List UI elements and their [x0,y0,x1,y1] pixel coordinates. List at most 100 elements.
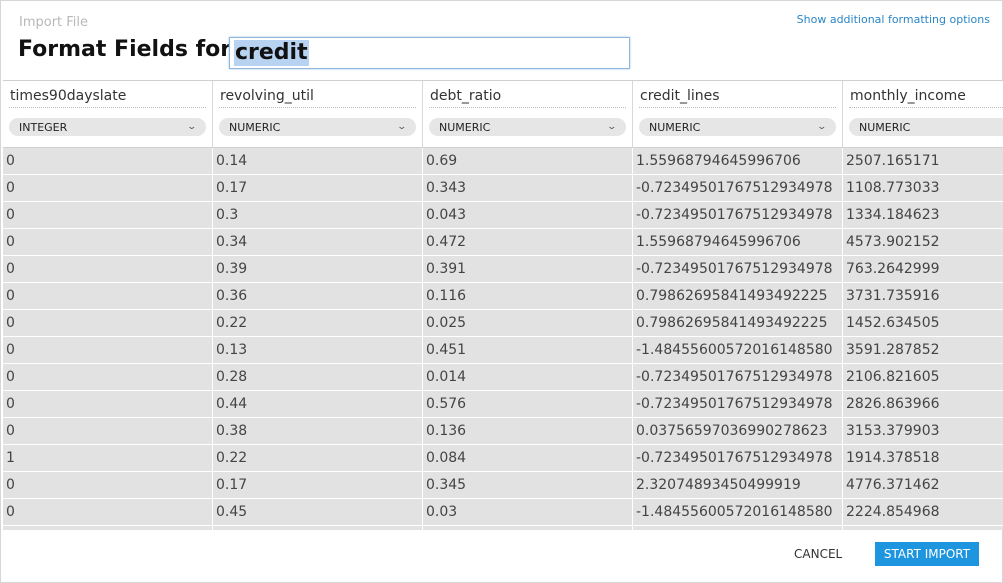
table-cell: -0.72349501767512934978 [633,391,843,417]
table-row: 0 0.44 0.576 -0.72349501767512934978 2826.86… [3,391,1003,418]
dataset-name-value[interactable]: credit [234,40,309,66]
start-import-button[interactable]: START IMPORT [875,542,979,566]
table-cell: 0.343 [423,175,633,201]
table-cell: -0.72349501767512934978 [633,445,843,471]
grid-body: 0 0.14 0.69 1.55968794645996706 2507.165171 0… [3,148,1003,530]
column-name[interactable]: credit_lines [639,88,836,108]
table-row: 0 0.28 0.014 -0.72349501767512934978 2106.82… [3,364,1003,391]
cancel-button[interactable]: CANCEL [786,543,850,565]
table-cell: 0 [3,364,213,390]
table-row: 0 0.17 0.345 2.32074893450499919 4776.371462 [3,472,1003,499]
table-cell: 0 [3,472,213,498]
table-cell: 0 [3,229,213,255]
table-cell: 0.79862695841493492225 [633,310,843,336]
table-cell: 0.345 [423,472,633,498]
page-title: Format Fields for [18,37,232,62]
table-cell: 0.36 [213,283,423,309]
breadcrumb: Import File [19,15,89,30]
column-header: credit_lines NUMERIC ⌄ [633,81,843,147]
table-cell: 0.22 [213,445,423,471]
table-row: 0 0.13 0.451 -1.48455600572016148580 3591.28… [3,337,1003,364]
table-cell: 0.45 [213,499,423,525]
table-cell: 1.55968794645996706 [633,148,843,174]
table-cell: 3591.287852 [843,337,1003,363]
table-cell: 0.38 [213,418,423,444]
table-cell: 0.17 [213,472,423,498]
table-cell: 3153.379903 [843,418,1003,444]
table-cell: 0.03756597036990278623 [633,418,843,444]
table-cell: 2507.165171 [843,148,1003,174]
table-cell: 1452.634505 [843,310,1003,336]
column-type-select[interactable]: NUMERIC ⌄ [849,118,1003,136]
format-fields-dialog: Import File Format Fields for credit Sho… [0,0,1003,583]
table-row: 0 0.45 0.03 -1.48455600572016148580 2224.854… [3,499,1003,526]
column-header: revolving_util NUMERIC ⌄ [213,81,423,147]
table-cell: 0.025 [423,310,633,336]
table-cell: 0 [3,310,213,336]
table-cell: 1914.378518 [843,445,1003,471]
table-cell: 0 [3,202,213,228]
table-cell: 2106.821605 [843,364,1003,390]
table-cell: 0 [3,337,213,363]
chevron-down-icon: ⌄ [606,122,618,132]
table-cell: 1 [3,445,213,471]
table-cell: 0 [3,148,213,174]
table-cell: 0 [3,391,213,417]
table-cell: 763.2642999 [843,256,1003,282]
column-type-value: NUMERIC [649,120,701,134]
dialog-footer: CANCEL START IMPORT [1,530,1002,582]
table-cell: 4573.902152 [843,229,1003,255]
table-cell: 4776.371462 [843,472,1003,498]
table-cell: 3731.735916 [843,283,1003,309]
table-cell: 0.576 [423,391,633,417]
preview-grid: times90dayslate INTEGER ⌄ revolving_util… [3,80,1003,530]
table-cell: 0.39 [213,256,423,282]
table-row: 0 0.38 0.136 0.03756597036990278623 3153.379… [3,418,1003,445]
table-cell: -0.72349501767512934978 [633,364,843,390]
column-type-value: INTEGER [19,120,68,134]
table-cell: 1108.773033 [843,175,1003,201]
table-cell: -0.72349501767512934978 [633,202,843,228]
chevron-down-icon: ⌄ [186,122,198,132]
column-name[interactable]: times90dayslate [9,88,206,108]
show-formatting-options-link[interactable]: Show additional formatting options [797,13,990,26]
table-cell: 0.116 [423,283,633,309]
table-cell: 1.55968794645996706 [633,229,843,255]
table-cell: 2826.863966 [843,391,1003,417]
grid-header: times90dayslate INTEGER ⌄ revolving_util… [3,81,1003,148]
table-row: 0 0.39 0.391 -0.72349501767512934978 763.264… [3,256,1003,283]
table-row: 1 0.22 0.084 -0.72349501767512934978 1914.37… [3,445,1003,472]
table-row: 0 0.17 0.343 -0.72349501767512934978 1108.77… [3,175,1003,202]
table-row: 0 0.14 0.69 1.55968794645996706 2507.165171 [3,148,1003,175]
column-type-select[interactable]: INTEGER ⌄ [9,118,206,136]
table-row: 0 0.3 0.043 -0.72349501767512934978 1334.184… [3,202,1003,229]
table-cell: -0.72349501767512934978 [633,175,843,201]
table-cell: 0 [3,175,213,201]
column-type-select[interactable]: NUMERIC ⌄ [219,118,416,136]
column-name[interactable]: monthly_income [849,88,1003,108]
table-cell: 0.34 [213,229,423,255]
table-cell: 0.22 [213,310,423,336]
table-cell: 0 [3,499,213,525]
dataset-name-input[interactable]: credit [229,37,630,69]
table-cell: 2.32074893450499919 [633,472,843,498]
table-cell: 2224.854968 [843,499,1003,525]
table-cell: 0.14 [213,148,423,174]
table-cell: 0.084 [423,445,633,471]
column-type-select[interactable]: NUMERIC ⌄ [639,118,836,136]
chevron-down-icon: ⌄ [396,122,408,132]
table-cell: 0.44 [213,391,423,417]
column-type-select[interactable]: NUMERIC ⌄ [429,118,626,136]
column-name[interactable]: debt_ratio [429,88,626,108]
table-cell: 0.014 [423,364,633,390]
table-cell: 0 [3,418,213,444]
table-cell: 0.136 [423,418,633,444]
table-row: 0 0.22 0.025 0.79862695841493492225 1452.634… [3,310,1003,337]
table-cell: -0.72349501767512934978 [633,256,843,282]
table-cell: 0.03 [423,499,633,525]
column-header: times90dayslate INTEGER ⌄ [3,81,213,147]
column-type-value: NUMERIC [859,120,911,134]
column-name[interactable]: revolving_util [219,88,416,108]
table-cell: 0.043 [423,202,633,228]
table-cell: 0.451 [423,337,633,363]
